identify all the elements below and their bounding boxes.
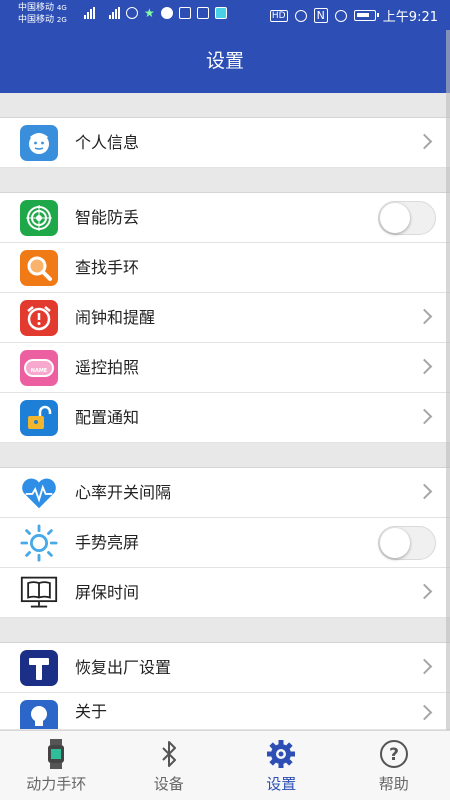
- network-1: 4G: [56, 4, 67, 12]
- user-face-icon: [20, 125, 58, 161]
- magnifier-icon: [20, 250, 58, 286]
- tab-device[interactable]: 设备: [113, 731, 226, 800]
- settings-item-remote-camera[interactable]: NAME 遥控拍照: [0, 343, 450, 393]
- settings-item-heart-rate[interactable]: 心率开关间隔: [0, 468, 450, 518]
- tab-settings[interactable]: 设置: [225, 731, 338, 800]
- unlock-icon: [20, 400, 58, 436]
- network-2: 2G: [56, 16, 67, 24]
- settings-item-label: 屏保时间: [75, 583, 140, 602]
- carrier-2: 中国移动: [18, 15, 55, 25]
- eye-icon: [294, 9, 307, 22]
- tab-label: 帮助: [378, 775, 409, 793]
- section-gap: [0, 168, 450, 193]
- tab-band[interactable]: 动力手环: [0, 731, 113, 800]
- wifi-icon: [126, 7, 138, 19]
- settings-item-profile[interactable]: 个人信息: [0, 118, 450, 168]
- carrier-1: 中国移动: [18, 3, 55, 13]
- settings-item-label: 心率开关间隔: [75, 483, 172, 502]
- anti-lost-toggle[interactable]: [378, 201, 436, 235]
- help-icon: ?: [379, 739, 409, 769]
- tab-label: 动力手环: [26, 775, 87, 793]
- shield-icon: [178, 7, 191, 19]
- badge-text: NAME: [30, 368, 48, 374]
- signal-2-icon: [109, 7, 120, 19]
- alarm-clock-icon: [20, 300, 58, 336]
- bluetooth-icon: [154, 739, 184, 769]
- settings-item-screensaver[interactable]: 屏保时间: [0, 568, 450, 618]
- band-icon: [41, 739, 71, 769]
- settings-item-label: 闹钟和提醒: [75, 308, 156, 327]
- settings-item-label: 查找手环: [75, 258, 140, 277]
- settings-item-anti-lost[interactable]: 智能防丢: [0, 193, 450, 243]
- settings-item-label: 手势亮屏: [75, 533, 140, 552]
- chevron-right-icon: [416, 133, 433, 150]
- tab-label: 设置: [266, 775, 297, 793]
- sun-icon: [20, 524, 58, 562]
- svg-text:?: ?: [389, 745, 399, 765]
- settings-item-label: 遥控拍照: [75, 358, 140, 377]
- chevron-right-icon: [416, 358, 433, 375]
- settings-list: 个人信息 智能防丢 查找手环 闹钟和提醒 NAME 遥控拍照 配置通知 心率开关…: [0, 93, 450, 730]
- status-bar: 中国移动 4G 中国移动 2G ★ HD N 上午9:21: [0, 0, 450, 30]
- section-gap: [0, 93, 450, 118]
- section-gap: [0, 443, 450, 468]
- message-icon: [160, 7, 173, 19]
- book-monitor-icon: [20, 575, 58, 611]
- running-icon: ★: [144, 6, 155, 20]
- settings-item-label: 关于: [75, 702, 108, 721]
- settings-item-gesture-wake[interactable]: 手势亮屏: [0, 518, 450, 568]
- gear-icon: [266, 739, 296, 769]
- settings-item-label: 智能防丢: [75, 208, 140, 227]
- page-title: 设置: [0, 30, 450, 93]
- nfc-icon: N: [313, 8, 328, 23]
- hammer-icon: [20, 650, 58, 686]
- settings-item-label: 恢复出厂设置: [75, 658, 172, 677]
- scrollbar[interactable]: [446, 30, 450, 730]
- settings-item-notifications[interactable]: 配置通知: [0, 393, 450, 443]
- bottom-tab-bar: 动力手环 设备 设置 ? 帮助: [0, 730, 450, 800]
- signal-icon: [84, 7, 95, 19]
- toggle-knob: [380, 203, 410, 233]
- chevron-right-icon: [416, 658, 433, 675]
- chevron-right-icon: [416, 704, 433, 721]
- section-gap: [0, 618, 450, 643]
- chevron-right-icon: [416, 308, 433, 325]
- alarm-icon: [334, 9, 347, 22]
- clock-time: 上午9:21: [382, 10, 438, 25]
- lightbulb-icon: [20, 700, 58, 729]
- carrier-info: 中国移动 4G 中国移动 2G: [18, 2, 67, 26]
- camera-icon: [196, 7, 209, 19]
- settings-item-about[interactable]: 关于: [0, 693, 450, 730]
- settings-item-find-band[interactable]: 查找手环: [0, 243, 450, 293]
- tab-label: 设备: [153, 775, 184, 793]
- chevron-right-icon: [416, 408, 433, 425]
- name-badge-icon: NAME: [20, 350, 58, 386]
- battery-icon: [353, 10, 379, 21]
- settings-item-label: 个人信息: [75, 133, 140, 152]
- chevron-right-icon: [416, 483, 433, 500]
- radar-icon: [20, 200, 58, 236]
- toggle-knob: [380, 528, 410, 558]
- settings-item-factory-reset[interactable]: 恢复出厂设置: [0, 643, 450, 693]
- chevron-right-icon: [416, 583, 433, 600]
- hd-icon: HD: [269, 9, 288, 22]
- gesture-wake-toggle[interactable]: [378, 526, 436, 560]
- app-icon: [214, 7, 227, 19]
- heart-rate-icon: [20, 475, 58, 511]
- tab-help[interactable]: ? 帮助: [338, 731, 450, 800]
- settings-item-label: 配置通知: [75, 408, 140, 427]
- settings-item-alarm[interactable]: 闹钟和提醒: [0, 293, 450, 343]
